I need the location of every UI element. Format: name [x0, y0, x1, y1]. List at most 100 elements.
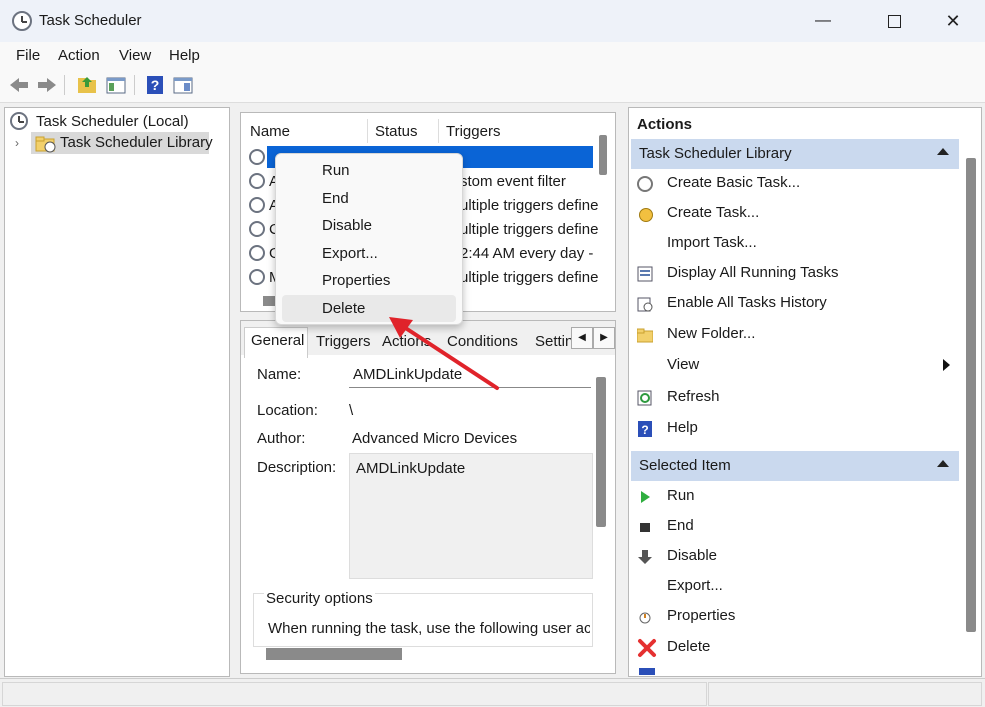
context-menu-export[interactable]: Export... — [282, 240, 456, 267]
tree-root-label[interactable]: Task Scheduler (Local) — [36, 113, 189, 130]
expand-chevron-icon[interactable]: › — [15, 136, 19, 150]
submenu-arrow-icon — [943, 359, 950, 371]
action-run[interactable]: Run — [637, 482, 957, 512]
action-label: Create Basic Task... — [667, 174, 801, 191]
task-clock-icon — [249, 197, 265, 213]
action-help[interactable]: ? Help — [637, 414, 957, 444]
location-label: Location: — [257, 402, 318, 419]
column-header-name[interactable]: Name — [250, 123, 290, 140]
description-label: Description: — [257, 459, 337, 476]
running-tasks-icon — [637, 266, 653, 282]
action-export[interactable]: Export... — [637, 572, 957, 602]
actions-vertical-scrollbar[interactable] — [966, 158, 976, 632]
show-hide-action-pane-icon[interactable] — [172, 74, 194, 96]
menu-help[interactable]: Help — [169, 47, 200, 64]
column-header-triggers[interactable]: Triggers — [446, 123, 500, 140]
tab-triggers[interactable]: Triggers — [316, 333, 370, 350]
create-basic-task-icon — [637, 176, 653, 192]
row-triggers: 2:44 AM every day - — [460, 245, 594, 262]
svg-text:?: ? — [151, 77, 160, 93]
up-folder-icon[interactable] — [76, 74, 98, 96]
svg-text:?: ? — [641, 423, 648, 437]
menu-action[interactable]: Action — [58, 47, 100, 64]
show-hide-console-tree-icon[interactable] — [105, 74, 127, 96]
menu-view[interactable]: View — [119, 47, 151, 64]
task-list-vertical-scrollbar[interactable] — [599, 135, 607, 175]
action-label: Import Task... — [667, 234, 757, 251]
action-label: Export... — [667, 577, 723, 594]
toolbar: ? — [0, 69, 985, 103]
menu-file[interactable]: File — [16, 47, 40, 64]
context-menu-run[interactable]: Run — [282, 157, 456, 184]
row-triggers: ultiple triggers define — [460, 221, 599, 238]
folder-icon — [636, 327, 654, 343]
security-options-text: When running the task, use the following… — [268, 620, 590, 637]
back-arrow-icon[interactable] — [8, 74, 30, 96]
context-menu-end[interactable]: End — [282, 185, 456, 212]
section-header-selected-item[interactable]: Selected Item — [631, 451, 959, 481]
action-view[interactable]: View — [637, 351, 957, 381]
task-clock-icon — [249, 173, 265, 189]
tab-scroll-right-button[interactable]: ▶ — [593, 327, 615, 349]
maximize-icon — [887, 14, 901, 28]
status-bar — [0, 678, 985, 707]
location-value: \ — [349, 402, 354, 419]
row-triggers: ultiple triggers define — [460, 269, 599, 286]
section-header-library[interactable]: Task Scheduler Library — [631, 139, 959, 169]
title-bar: Task Scheduler — ✕ — [0, 0, 985, 42]
action-create-task[interactable]: Create Task... — [637, 199, 957, 229]
action-label: Enable All Tasks History — [667, 294, 827, 311]
annotation-arrow — [389, 317, 499, 390]
action-create-basic-task[interactable]: Create Basic Task... — [637, 169, 957, 199]
tree-item-task-scheduler-library[interactable]: Task Scheduler Library — [31, 132, 213, 154]
maximize-button[interactable] — [870, 0, 918, 42]
tab-settings[interactable]: Settin — [535, 333, 573, 350]
details-vertical-scrollbar[interactable] — [596, 377, 606, 527]
action-label: Disable — [667, 547, 718, 564]
context-menu-properties[interactable]: Properties — [282, 267, 456, 294]
action-import-task[interactable]: Import Task... — [637, 229, 957, 259]
row-triggers: stom event filter — [460, 173, 566, 190]
chevron-left-icon: ◀ — [578, 332, 586, 343]
tab-general-label: General — [251, 332, 305, 349]
security-options-group: Security options When running the task, … — [253, 590, 593, 647]
context-menu: Run End Disable Export... Properties Del… — [275, 153, 463, 325]
actions-title: Actions — [637, 116, 693, 133]
task-clock-icon — [249, 149, 265, 165]
action-label: Run — [667, 487, 695, 504]
action-end[interactable]: End — [637, 512, 957, 542]
menu-bar: File Action View Help — [0, 42, 985, 69]
action-properties[interactable]: Properties — [637, 602, 957, 632]
action-enable-history[interactable]: Enable All Tasks History — [637, 289, 957, 319]
run-icon — [637, 489, 653, 505]
action-new-folder[interactable]: New Folder... — [636, 320, 957, 350]
details-horizontal-scrollbar[interactable] — [266, 648, 402, 660]
context-menu-disable[interactable]: Disable — [282, 212, 456, 239]
collapse-caret-icon — [937, 148, 949, 155]
help-icon: ? — [637, 421, 653, 437]
column-header-status[interactable]: Status — [375, 123, 418, 140]
actions-pane: Actions Task Scheduler Library Create Ba… — [628, 107, 982, 677]
description-field[interactable]: AMDLinkUpdate — [349, 453, 593, 579]
task-clock-icon — [249, 269, 265, 285]
tab-scroll-left-button[interactable]: ◀ — [571, 327, 593, 349]
close-button[interactable]: ✕ — [929, 0, 977, 42]
action-display-running-tasks[interactable]: Display All Running Tasks — [637, 259, 957, 289]
minimize-button[interactable]: — — [799, 0, 847, 42]
tab-general[interactable]: General — [244, 327, 308, 358]
task-scheduler-app-icon — [12, 11, 32, 31]
description-value: AMDLinkUpdate — [356, 460, 466, 477]
action-refresh[interactable]: Refresh — [637, 383, 957, 413]
collapse-caret-icon — [937, 460, 949, 467]
forward-arrow-icon[interactable] — [36, 74, 58, 96]
action-label: Delete — [667, 638, 711, 655]
action-label: Display All Running Tasks — [667, 264, 839, 281]
action-label: View — [667, 356, 700, 373]
action-delete[interactable]: Delete — [637, 633, 957, 663]
task-list-horizontal-scrollbar[interactable] — [263, 296, 275, 306]
action-disable[interactable]: Disable — [637, 542, 957, 572]
help-icon[interactable]: ? — [144, 74, 166, 96]
action-label: Help — [667, 419, 698, 436]
section-header-selected-item-label: Selected Item — [639, 457, 731, 474]
minimize-icon: — — [815, 12, 831, 29]
